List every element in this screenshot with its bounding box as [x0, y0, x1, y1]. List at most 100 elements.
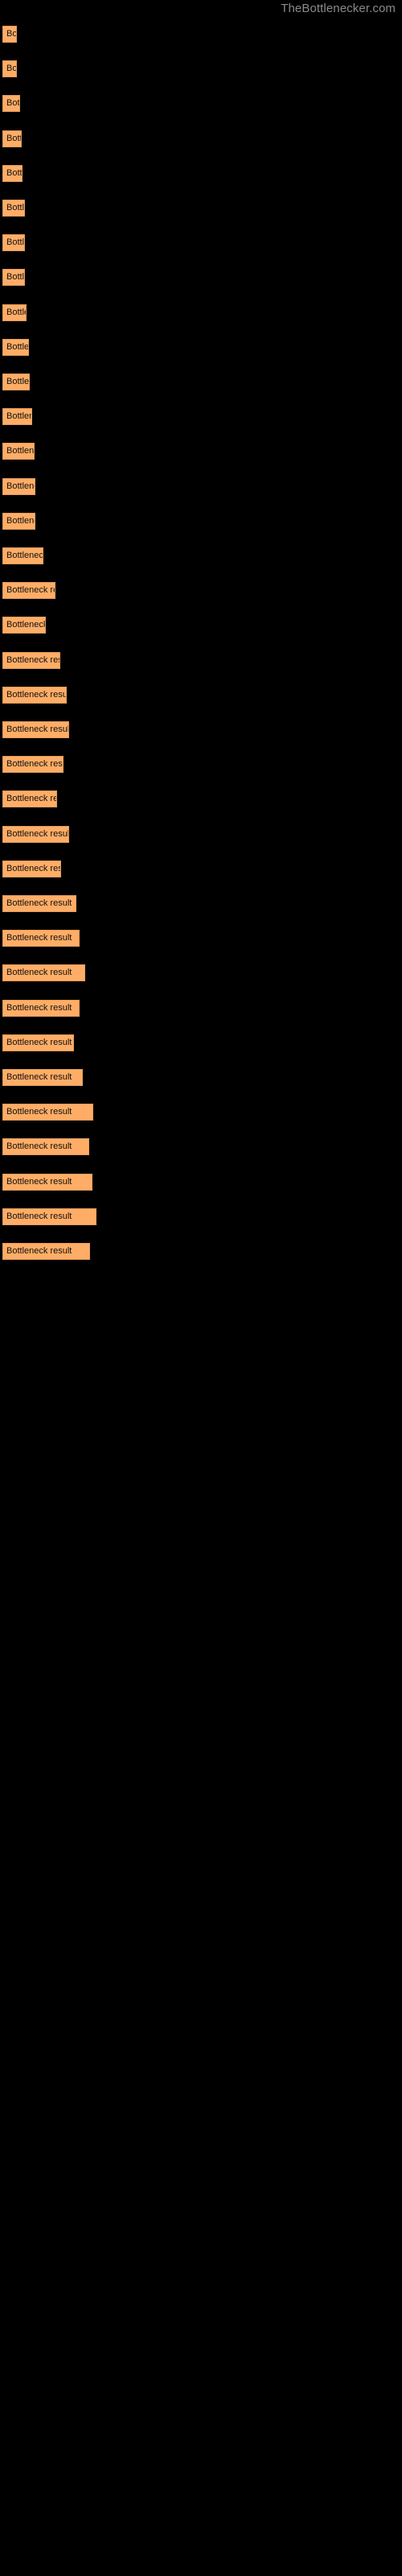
bar-label: Bottleneck result [6, 1141, 72, 1152]
bar[interactable]: Bottleneck result [2, 1243, 90, 1260]
bar[interactable]: Bottleneck result [2, 164, 23, 182]
bar[interactable]: Bottleneck result [2, 303, 27, 321]
bar[interactable]: Bottleneck result [2, 930, 80, 947]
bar[interactable]: Bottleneck result [2, 547, 43, 564]
bar[interactable]: Bottleneck result [2, 512, 35, 530]
bar[interactable]: Bottleneck result [2, 825, 69, 843]
bar-chart: Bottleneck result Bottleneck result Bottle… [0, 21, 402, 2576]
bar-label: Bottleneck result [6, 133, 21, 143]
bar-row: Bottleneck result [0, 234, 402, 252]
bar-row: Bottleneck result [0, 617, 402, 634]
bar[interactable]: Bottleneck result [2, 756, 64, 774]
bar-label: Bottleneck result [6, 341, 29, 352]
chart-page: TheBottlenecker.com Bottleneck resultBot… [0, 0, 402, 2576]
bar-label: Bottleneck result [6, 689, 67, 700]
bar-row: Bottleneck result [0, 756, 402, 774]
bar-row: Bottleneck result [0, 860, 402, 878]
bar-label: Bottleneck result [6, 1037, 72, 1047]
bar-label: Bottleneck result [6, 64, 17, 74]
bar[interactable]: Bottleneck result [2, 617, 46, 634]
bar[interactable]: Bottleneck result [2, 1173, 92, 1191]
bar-row: Bottleneck result [0, 1243, 402, 1261]
bar-row: Bottleneck result [0, 686, 402, 704]
bar-label: Bottleneck result [6, 29, 17, 39]
bar[interactable]: Bottleneck result [2, 1138, 89, 1156]
bar-row: Bottleneck result [0, 269, 402, 287]
bar[interactable]: Bottleneck result [2, 895, 76, 912]
bar-label: Bottleneck result [6, 794, 56, 804]
bar-row: Bottleneck result [0, 408, 402, 426]
bar-label: Bottleneck result [6, 724, 69, 734]
bar[interactable]: Bottleneck result [2, 651, 60, 669]
bar-row: Bottleneck result [0, 791, 402, 808]
bar-label: Bottleneck result [6, 1107, 72, 1117]
bar-row: Bottleneck result [0, 1208, 402, 1226]
bar-row: Bottleneck result [0, 582, 402, 600]
site-title: TheBottlenecker.com [281, 2, 396, 15]
bar-row: Bottleneck result [0, 721, 402, 739]
bar-label: Bottleneck result [6, 481, 35, 491]
bar-row: Bottleneck result [0, 200, 402, 217]
bar-label: Bottleneck result [6, 654, 59, 665]
bar-label: Bottleneck result [6, 551, 43, 560]
bar[interactable]: Bottleneck result [2, 1208, 96, 1225]
bar-row: Bottleneck result [0, 999, 402, 1018]
bar[interactable]: Bottleneck result [2, 860, 61, 877]
bar[interactable]: Bottleneck result [2, 200, 25, 217]
bar-label: Bottleneck result [6, 411, 31, 422]
bar[interactable]: Bottleneck result [2, 95, 20, 113]
bar-row: Bottleneck result [0, 443, 402, 460]
bar-label: Bottleneck result [6, 968, 72, 978]
bar-row: Bottleneck result [0, 303, 402, 322]
bar[interactable]: Bottleneck result [2, 269, 25, 287]
bar[interactable]: Bottleneck result [2, 234, 25, 252]
bar-row: Bottleneck result [0, 477, 402, 496]
bar-label: Bottleneck result [6, 1072, 72, 1082]
bar[interactable]: Bottleneck result [2, 964, 85, 982]
bar-row: Bottleneck result [0, 547, 402, 565]
bar[interactable]: Bottleneck result [2, 374, 30, 390]
bar[interactable]: Bottleneck result [2, 443, 35, 460]
bar[interactable]: Bottleneck result [2, 1034, 74, 1051]
bar-label: Bottleneck result [6, 98, 20, 109]
bar-label: Bottleneck result [6, 759, 63, 770]
bar-label: Bottleneck result [6, 620, 46, 630]
bar-label: Bottleneck result [6, 203, 25, 213]
bar-row: Bottleneck result [0, 374, 402, 391]
bar-row: Bottleneck result [0, 95, 402, 113]
bar-label: Bottleneck result [6, 307, 26, 317]
bar-label: Bottleneck result [6, 863, 60, 873]
bar-label: Bottleneck result [6, 515, 35, 526]
bar-label: Bottleneck result [6, 1211, 72, 1221]
bar[interactable]: Bottleneck result [2, 338, 29, 356]
bar[interactable]: Bottleneck result [2, 130, 22, 147]
bar[interactable]: Bottleneck result [2, 721, 69, 738]
bar-label: Bottleneck result [6, 585, 55, 596]
bar[interactable]: Bottleneck result [2, 582, 55, 600]
bar-row: Bottleneck result [0, 512, 402, 530]
bar-row: Bottleneck result [0, 26, 402, 43]
bar-label: Bottleneck result [6, 1176, 72, 1187]
bar-row: Bottleneck result [0, 338, 402, 357]
bar[interactable]: Bottleneck result [2, 1104, 93, 1121]
bar-row: Bottleneck result [0, 60, 402, 78]
bar-label: Bottleneck result [6, 272, 25, 283]
bar-row: Bottleneck result [0, 1069, 402, 1087]
bar-row: Bottleneck result [0, 164, 402, 183]
bar-label: Bottleneck result [6, 828, 69, 839]
bar[interactable]: Bottleneck result [2, 60, 17, 78]
bar-label: Bottleneck result [6, 1002, 72, 1013]
bar[interactable]: Bottleneck result [2, 408, 32, 426]
bar[interactable]: Bottleneck result [2, 26, 17, 43]
bar-row: Bottleneck result [0, 895, 402, 913]
bar[interactable]: Bottleneck result [2, 1069, 83, 1086]
bar-label: Bottleneck result [6, 167, 23, 178]
bar[interactable]: Bottleneck result [2, 999, 80, 1017]
bar-row: Bottleneck result [0, 1173, 402, 1191]
bar[interactable]: Bottleneck result [2, 477, 35, 495]
bar[interactable]: Bottleneck result [2, 791, 57, 808]
bar-label: Bottleneck result [6, 1246, 72, 1256]
bar-label: Bottleneck result [6, 898, 72, 908]
bar-row: Bottleneck result [0, 825, 402, 844]
bar[interactable]: Bottleneck result [2, 686, 67, 704]
